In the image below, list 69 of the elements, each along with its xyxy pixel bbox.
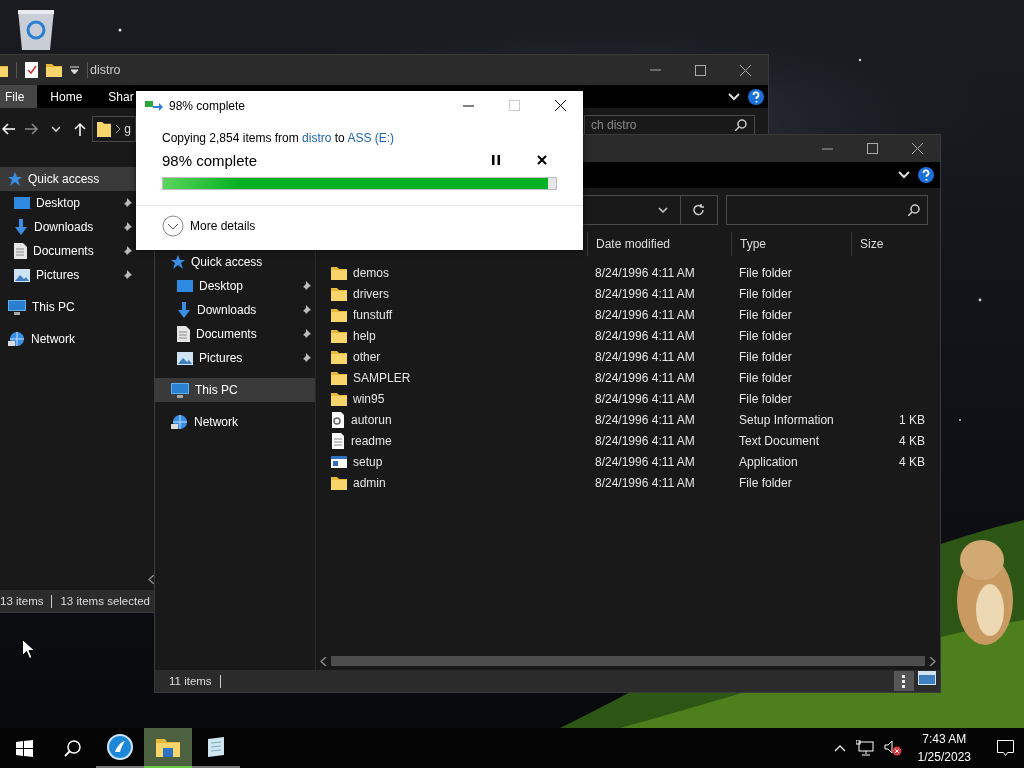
dialog-title: 98% complete bbox=[169, 98, 246, 113]
file-name[interactable]: win95 bbox=[353, 391, 385, 406]
nav-item[interactable]: Network bbox=[0, 327, 136, 351]
column-header[interactable]: Date modified bbox=[587, 232, 731, 256]
type-cell-text: File folder bbox=[738, 475, 793, 490]
more-details-button[interactable]: More details bbox=[162, 215, 256, 237]
file-name[interactable]: funstuff bbox=[353, 307, 393, 322]
column-header[interactable]: Size bbox=[851, 232, 931, 256]
nav-item[interactable]: Documents bbox=[0, 239, 136, 263]
status-text: 13 items bbox=[0, 595, 44, 607]
file-name[interactable]: demos bbox=[353, 265, 390, 280]
file-name[interactable]: drivers bbox=[353, 286, 389, 301]
nav-item[interactable]: Documents bbox=[155, 322, 315, 346]
date-cell-text: 8/24/1996 4:11 AM bbox=[594, 307, 696, 322]
nav-item[interactable]: Quick access bbox=[155, 250, 315, 274]
type-cell-text: File folder bbox=[738, 286, 793, 301]
type-cell-text: File folder bbox=[738, 328, 793, 343]
file-name[interactable]: other bbox=[353, 349, 381, 364]
nav-item[interactable]: Desktop bbox=[155, 274, 315, 298]
type-cell-text: Setup Information bbox=[738, 412, 835, 427]
clock-time[interactable]: 7:43 AM bbox=[922, 730, 967, 748]
size-cell-text: 4 KB bbox=[898, 454, 926, 469]
size-cell-text: 1 KB bbox=[898, 412, 926, 427]
date-cell-text: 8/24/1996 4:11 AM bbox=[594, 286, 696, 301]
nav-item[interactable]: Downloads bbox=[155, 298, 315, 322]
nav-item[interactable]: Network bbox=[155, 410, 315, 434]
type-cell-text: Text Document bbox=[738, 433, 821, 448]
nav-item[interactable]: Pictures bbox=[0, 263, 136, 287]
address-bar[interactable]: g bbox=[92, 116, 136, 142]
folder-link[interactable]: distro bbox=[302, 131, 332, 145]
column-header[interactable]: Type bbox=[731, 232, 851, 256]
file-name[interactable]: setup bbox=[353, 454, 383, 469]
nav-item[interactable]: Quick access bbox=[0, 167, 136, 191]
file-name[interactable]: readme bbox=[351, 433, 392, 448]
ribbon-tab[interactable]: File bbox=[0, 85, 38, 108]
date-cell-text: 8/24/1996 4:11 AM bbox=[594, 349, 696, 364]
type-cell-text: File folder bbox=[738, 370, 793, 385]
progress-status: 98% complete bbox=[162, 151, 259, 169]
date-cell-text: 8/24/1996 4:11 AM bbox=[594, 265, 696, 280]
date-cell-text: 8/24/1996 4:11 AM bbox=[594, 328, 696, 343]
date-cell-text: 8/24/1996 4:11 AM bbox=[594, 433, 696, 448]
date-cell-text: 8/24/1996 4:11 AM bbox=[594, 475, 696, 490]
status-text: 11 items bbox=[169, 675, 212, 687]
copy-message: Copying 2,854 items from distro to ASS (E:) bbox=[162, 131, 396, 145]
date-cell-text: 8/24/1996 4:11 AM bbox=[594, 412, 696, 427]
nav-item[interactable]: Pictures bbox=[155, 346, 315, 370]
clock-date[interactable]: 1/25/2023 bbox=[917, 748, 971, 766]
type-cell-text: File folder bbox=[738, 349, 793, 364]
size-cell-text: 4 KB bbox=[898, 433, 926, 448]
nav-item[interactable]: Downloads bbox=[0, 215, 136, 239]
ribbon-tab[interactable]: Shar bbox=[95, 85, 134, 108]
type-cell-text: File folder bbox=[738, 391, 793, 406]
status-text: 13 items selected bbox=[60, 595, 150, 607]
file-name[interactable]: admin bbox=[353, 475, 386, 490]
type-cell-text: Application bbox=[738, 454, 799, 469]
file-name[interactable]: SAMPLER bbox=[353, 370, 411, 385]
date-cell-text: 8/24/1996 4:11 AM bbox=[594, 391, 696, 406]
nav-item[interactable]: This PC bbox=[0, 295, 136, 319]
file-name[interactable]: autorun bbox=[351, 412, 392, 427]
date-cell-text: 8/24/1996 4:11 AM bbox=[594, 454, 696, 469]
nav-item[interactable]: Desktop bbox=[0, 191, 136, 215]
ribbon-tab[interactable]: Home bbox=[37, 85, 96, 108]
date-cell-text: 8/24/1996 4:11 AM bbox=[594, 370, 696, 385]
window-title: distro bbox=[90, 63, 121, 77]
file-name[interactable]: help bbox=[353, 328, 376, 343]
folder-link[interactable]: ASS (E:) bbox=[347, 131, 395, 145]
nav-item[interactable]: This PC bbox=[155, 378, 315, 402]
type-cell-text: File folder bbox=[738, 265, 793, 280]
type-cell-text: File folder bbox=[738, 307, 793, 322]
